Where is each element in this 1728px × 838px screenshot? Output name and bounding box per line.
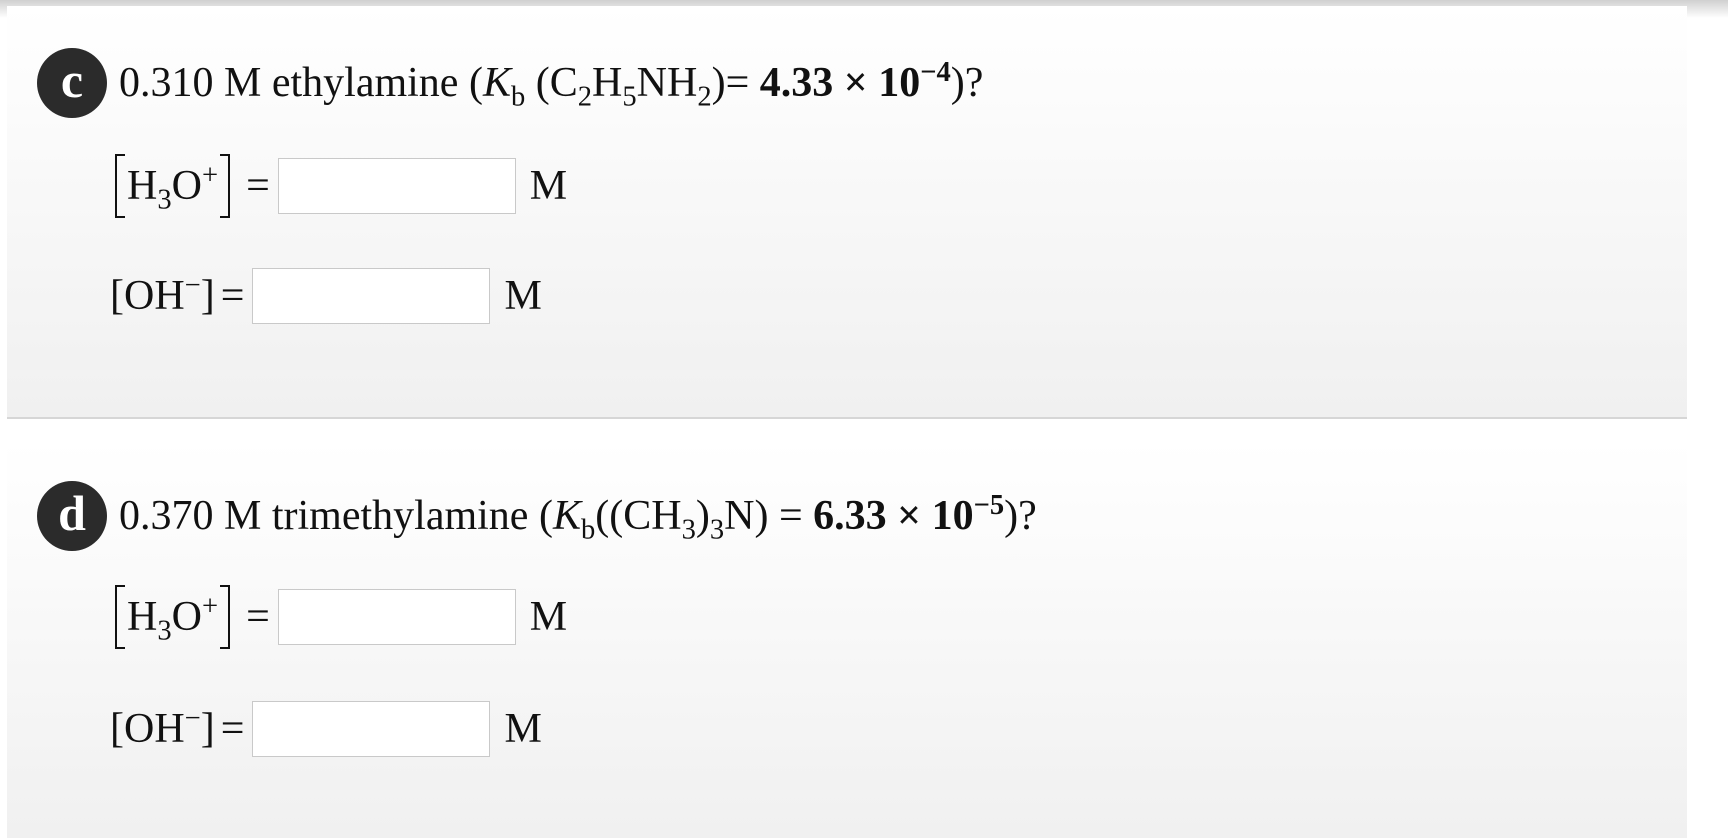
left-bracket [115, 154, 125, 218]
question-part-d: d 0.370 M trimethylamine (Kb((CH3)3N) = … [7, 441, 1687, 838]
h3o-unit-c: M [529, 163, 568, 209]
formula-sub-3: 2 [697, 81, 712, 113]
kb-value: 4.33 × 10 [759, 60, 921, 106]
kb-symbol: K [552, 493, 581, 539]
oh-unit-d: M [504, 706, 542, 752]
right-bracket [220, 585, 231, 649]
question-tail: )? [1004, 493, 1037, 539]
kb-exponent: −5 [973, 490, 1005, 521]
left-bracket [115, 585, 125, 649]
formula-sub-1: 3 [681, 514, 696, 546]
formula-mid-2: N) [724, 493, 769, 539]
kb-symbol: K [482, 60, 511, 106]
formula-mid-1: ) [695, 493, 710, 539]
equals-sign: = [220, 273, 245, 319]
equals-sign: = [220, 706, 245, 752]
formula-mid-2: NH [636, 60, 698, 106]
concentration-text: 0.370 M trimethylamine ( [119, 493, 553, 539]
oh-label: [OH−] [110, 703, 215, 752]
oh-answer-input-c[interactable] [252, 268, 491, 324]
question-tail: )? [950, 60, 984, 106]
part-badge-c: c [37, 48, 107, 118]
oh-row-d: [OH−] = M [110, 701, 542, 757]
h3o-unit-d: M [529, 594, 568, 640]
kb-subscript: b [580, 514, 596, 546]
formula-sub-2: 3 [709, 514, 725, 546]
h3o-row-d: H3O+ = M [115, 585, 567, 649]
formula-mid-1: H [592, 60, 623, 106]
equals-sign: = [246, 594, 270, 640]
kb-subscript: b [510, 81, 526, 113]
h3o-answer-input-d[interactable] [277, 589, 516, 645]
h3o-row-c: H3O+ = M [115, 154, 567, 218]
formula-sub-2: 5 [622, 81, 637, 113]
formula-post: )= [711, 60, 760, 106]
question-d-text: 0.370 M trimethylamine (Kb((CH3)3N) = 6.… [119, 491, 1037, 544]
formula-pre: ((CH [595, 493, 682, 539]
formula-sub-1: 2 [577, 81, 593, 113]
oh-label: [OH−] [110, 270, 215, 319]
equals-sign: = [246, 163, 270, 209]
question-c-text: 0.310 M ethylamine (Kb (C2H5NH2)= 4.33 ×… [119, 58, 984, 111]
h3o-answer-input-c[interactable] [277, 158, 516, 214]
oh-answer-input-d[interactable] [252, 701, 491, 757]
formula-pre: (C [525, 60, 578, 106]
question-d-prompt: d 0.370 M trimethylamine (Kb((CH3)3N) = … [37, 479, 1037, 553]
kb-exponent: −4 [920, 57, 951, 88]
kb-value: 6.33 × 10 [813, 493, 974, 539]
formula-post: = [768, 493, 814, 539]
oh-row-c: [OH−] = M [110, 268, 542, 324]
right-bracket [220, 154, 231, 218]
question-part-c: c 0.310 M ethylamine (Kb (C2H5NH2)= 4.33… [7, 6, 1687, 419]
h3o-label: H3O+ [127, 591, 219, 647]
part-badge-d: d [37, 481, 107, 551]
question-c-prompt: c 0.310 M ethylamine (Kb (C2H5NH2)= 4.33… [37, 46, 983, 120]
oh-unit-c: M [504, 273, 542, 319]
h3o-label: H3O+ [127, 160, 219, 216]
concentration-text: 0.310 M ethylamine ( [119, 60, 483, 106]
